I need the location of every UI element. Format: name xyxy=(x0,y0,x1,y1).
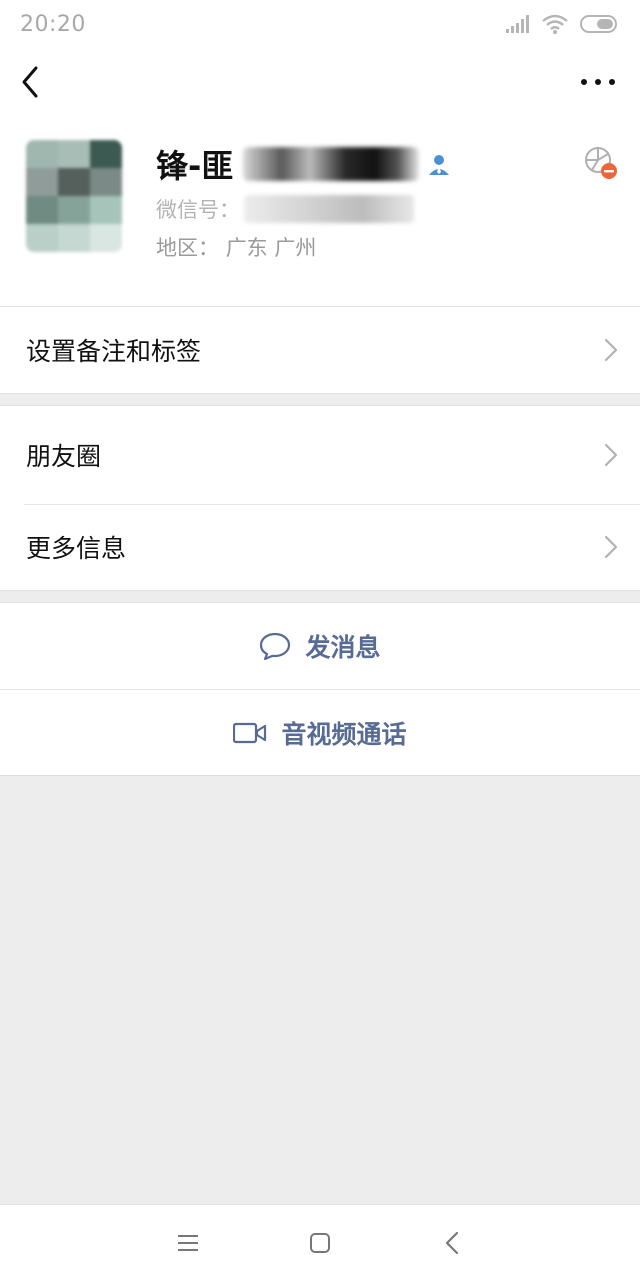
set-remark-tags-label: 设置备注和标签 xyxy=(26,337,202,366)
profile-header: 锋-匪 微信号： 地区： 广东 广州 xyxy=(0,116,640,306)
nav-menu-button[interactable] xyxy=(176,1231,200,1255)
status-bar: 20:20 xyxy=(0,0,640,48)
moments-blocked-icon xyxy=(585,147,617,179)
remark-group: 设置备注和标签 xyxy=(0,306,640,394)
redacted-name-suffix xyxy=(243,147,420,181)
system-nav-bar xyxy=(0,1204,640,1280)
chevron-right-icon xyxy=(604,443,618,467)
video-call-label: 音视频通话 xyxy=(281,719,407,749)
video-camera-icon xyxy=(233,722,267,743)
video-call-button[interactable]: 音视频通话 xyxy=(0,689,640,775)
name-row: 锋-匪 xyxy=(156,142,451,186)
status-time: 20:20 xyxy=(20,11,86,37)
chat-bubble-icon xyxy=(260,632,291,661)
set-remark-tags-row[interactable]: 设置备注和标签 xyxy=(0,307,640,393)
more-dots-icon xyxy=(581,79,615,85)
moments-label: 朋友圈 xyxy=(26,442,102,471)
region-value: 广东 广州 xyxy=(225,236,317,260)
wifi-icon xyxy=(542,14,568,34)
battery-icon xyxy=(580,15,617,33)
more-info-label: 更多信息 xyxy=(26,534,127,563)
nav-back-button[interactable] xyxy=(440,1231,464,1255)
status-icons xyxy=(506,14,620,34)
back-button[interactable] xyxy=(14,62,50,102)
wechat-id-label: 微信号： xyxy=(156,198,240,222)
chevron-right-icon xyxy=(604,338,618,362)
nav-home-button[interactable] xyxy=(308,1231,332,1255)
wechat-id-row: 微信号： xyxy=(156,194,414,224)
signal-icon xyxy=(506,15,529,33)
send-message-button[interactable]: 发消息 xyxy=(0,603,640,689)
more-info-row[interactable]: 更多信息 xyxy=(0,504,640,590)
region-label: 地区： xyxy=(156,236,219,260)
info-group: 朋友圈 更多信息 xyxy=(0,405,640,591)
chevron-right-icon xyxy=(604,535,618,559)
avatar[interactable] xyxy=(26,140,122,252)
action-group: 发消息 音视频通话 xyxy=(0,602,640,776)
user-icon xyxy=(429,155,450,175)
chevron-left-icon xyxy=(22,66,38,98)
redacted-wechat-id xyxy=(244,195,414,223)
send-message-label: 发消息 xyxy=(305,633,381,662)
square-home-icon xyxy=(310,1232,330,1253)
region-row: 地区： 广东 广州 xyxy=(156,232,316,262)
moments-row[interactable]: 朋友圈 xyxy=(0,406,640,504)
more-button[interactable] xyxy=(578,68,618,96)
menu-lines-icon xyxy=(178,1234,198,1251)
contact-name: 锋-匪 xyxy=(156,147,234,185)
nav-back-icon xyxy=(445,1231,459,1254)
contact-profile-screen: 20:20 锋-匪 微信号： 地区： 广东 广州 设置备注和标签 朋友圈 更多信… xyxy=(0,0,640,1280)
top-bar xyxy=(0,48,640,116)
